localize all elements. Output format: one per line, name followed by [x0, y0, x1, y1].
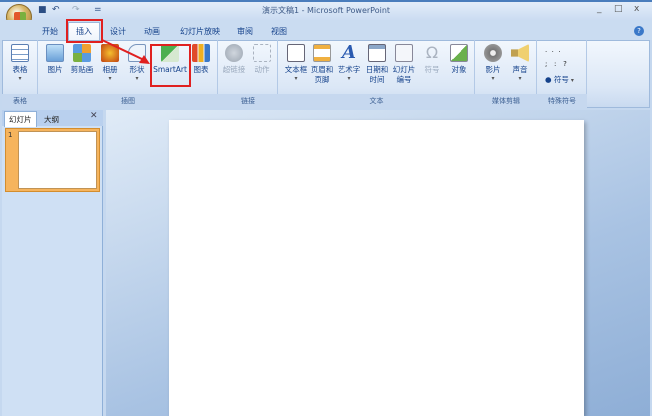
header-footer-icon: [313, 44, 331, 62]
table-icon: [11, 44, 29, 62]
wordart-button[interactable]: A 艺术字 ▾: [336, 42, 362, 83]
omega-icon: Ω: [425, 43, 439, 62]
action-button[interactable]: 动作: [249, 44, 275, 75]
symbol-button[interactable]: Ω 符号: [419, 44, 445, 75]
chart-button[interactable]: 图表: [188, 44, 214, 75]
group-label: 媒体剪辑: [492, 97, 520, 105]
group-label: 插图: [121, 97, 135, 105]
textbox-button[interactable]: 文本框 ▾: [283, 44, 309, 82]
picture-icon: [46, 44, 64, 62]
tab-animations[interactable]: 动画: [144, 26, 160, 37]
undo-icon[interactable]: ↶: [52, 5, 60, 15]
film-reel-icon: [484, 44, 502, 62]
object-icon: [450, 44, 468, 62]
table-button[interactable]: 表格 ▾: [7, 44, 33, 82]
highlight-box-insert-tab: [66, 19, 103, 43]
slide-canvas[interactable]: [169, 120, 584, 416]
slide-number-icon: [395, 44, 413, 62]
close-pane-icon[interactable]: ✕: [90, 111, 98, 121]
speaker-icon: [511, 44, 529, 62]
highlight-box-smartart: [150, 44, 191, 87]
slide-thumbnail[interactable]: [18, 131, 97, 189]
tab-slides[interactable]: 幻灯片: [4, 111, 37, 127]
clipart-button[interactable]: 剪贴画: [69, 44, 95, 75]
clipart-icon: [73, 44, 91, 62]
special-symbol-button[interactable]: ● 符号 ▾: [545, 74, 574, 85]
group-label: 特殊符号: [548, 97, 576, 105]
save-icon[interactable]: ■: [38, 5, 47, 15]
calendar-icon: [368, 44, 386, 62]
help-icon[interactable]: ?: [634, 26, 644, 36]
action-icon: [253, 44, 271, 62]
tab-outline[interactable]: 大纲: [40, 112, 63, 127]
hyperlink-icon: [225, 44, 243, 62]
arrow-annotation: [101, 39, 150, 64]
wordart-icon: A: [342, 42, 356, 63]
sound-button[interactable]: 声音 ▾: [507, 44, 533, 82]
slide-number: 1: [8, 131, 13, 139]
maximize-button[interactable]: □: [614, 4, 623, 14]
datetime-button[interactable]: 日期和时间: [364, 44, 390, 85]
textbox-icon: [287, 44, 305, 62]
close-button[interactable]: x: [634, 4, 639, 14]
group-label: 链接: [241, 97, 255, 105]
special-symbols-gallery[interactable]: · · · ; : ?: [545, 46, 567, 70]
tab-review[interactable]: 审阅: [237, 26, 253, 37]
tab-view[interactable]: 视图: [271, 26, 287, 37]
chart-icon: [192, 44, 210, 62]
minimize-button[interactable]: _: [597, 4, 602, 14]
hyperlink-button[interactable]: 超链接: [221, 44, 247, 75]
bullet-icon: ●: [545, 75, 554, 84]
group-label: 文本: [369, 97, 384, 105]
redo-icon[interactable]: ↷: [72, 5, 80, 15]
tab-home[interactable]: 开始: [42, 26, 58, 37]
tab-slideshow[interactable]: 幻灯片放映: [180, 26, 220, 37]
slide-number-button[interactable]: 幻灯片编号: [391, 44, 417, 85]
object-button[interactable]: 对象: [446, 44, 472, 75]
group-label: 表格: [13, 97, 27, 105]
picture-button[interactable]: 图片: [42, 44, 68, 75]
tab-design[interactable]: 设计: [110, 26, 126, 37]
header-footer-button[interactable]: 页眉和页脚: [309, 44, 335, 85]
customize-quick-access[interactable]: =: [94, 5, 102, 15]
movie-button[interactable]: 影片 ▾: [480, 44, 506, 82]
